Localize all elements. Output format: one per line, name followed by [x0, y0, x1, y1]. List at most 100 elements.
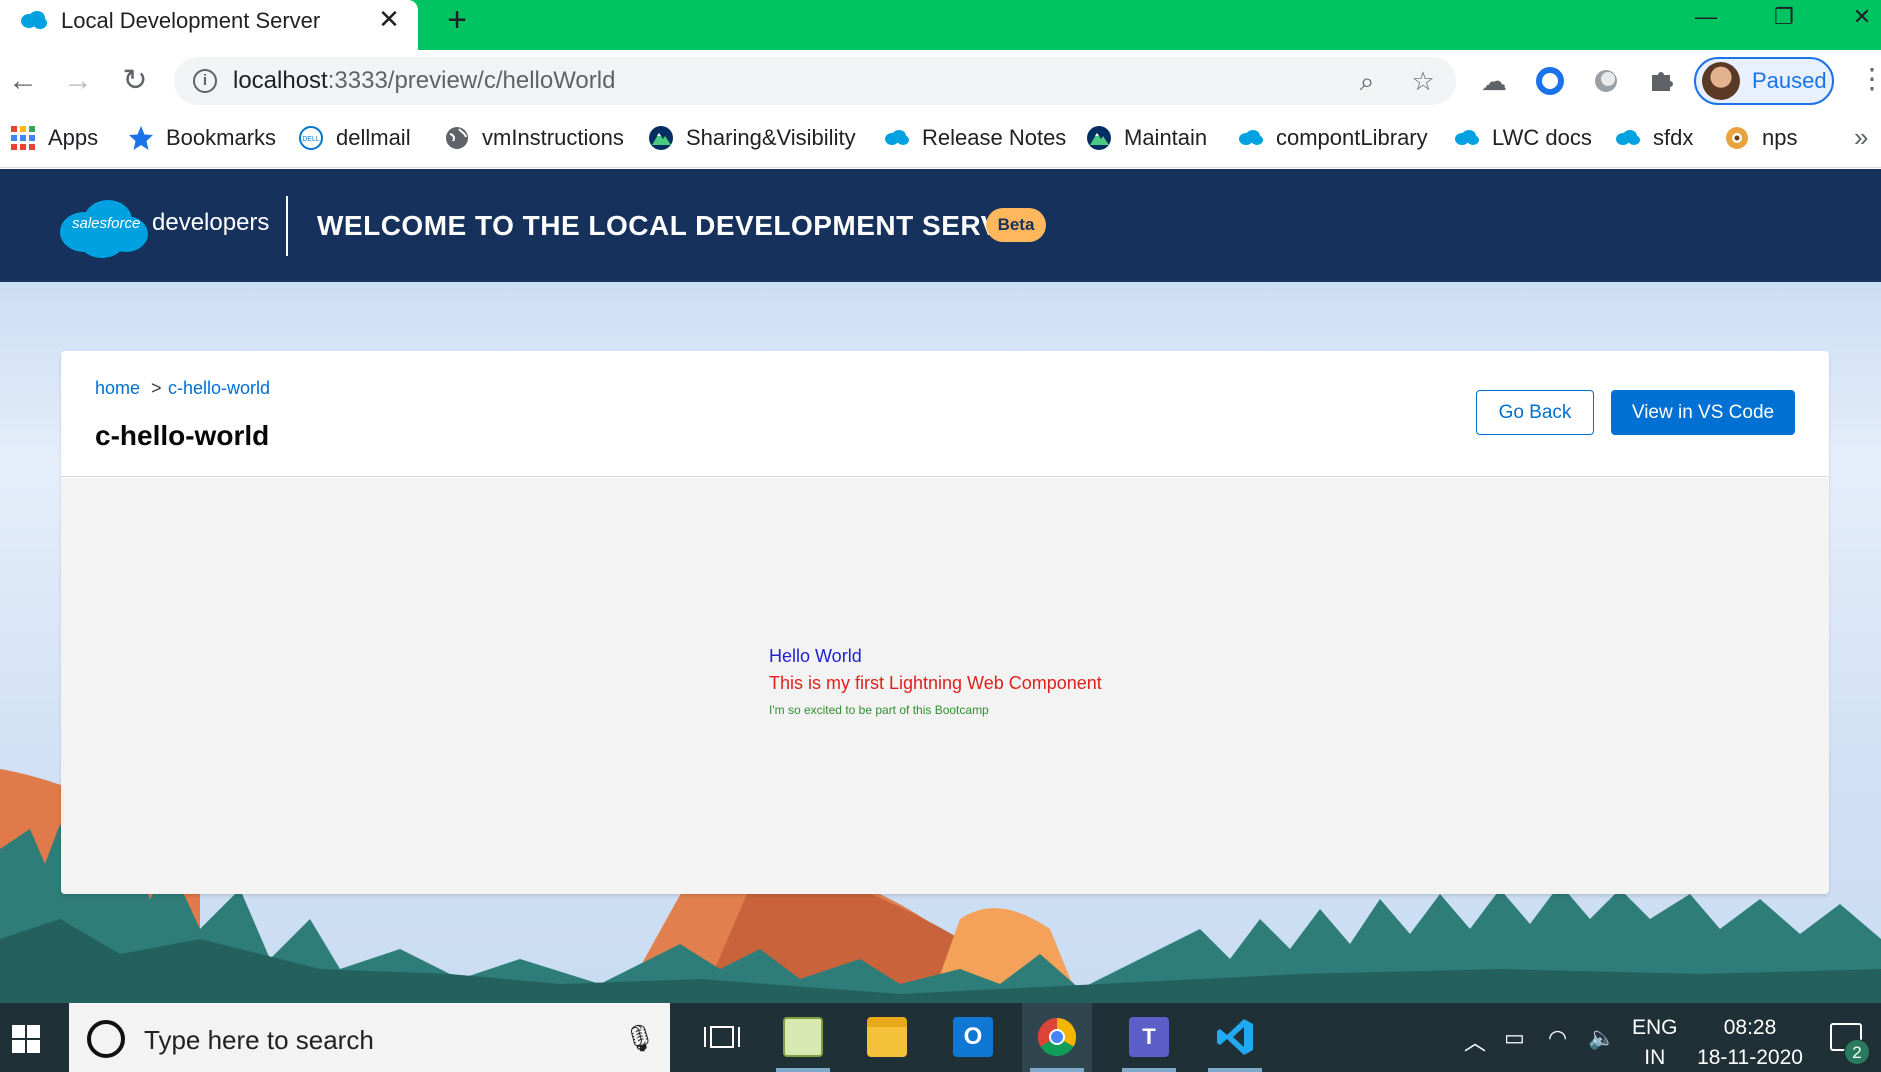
profile-status: Paused [1752, 68, 1827, 93]
trailhead-icon [1087, 126, 1111, 150]
bookmark-bookmarks[interactable]: Bookmarks [128, 122, 276, 154]
salesforce-cloud-icon [21, 11, 47, 29]
breadcrumb-home-link[interactable]: home [95, 378, 140, 399]
bookmark-label: Release Notes [922, 125, 1067, 150]
tab-title: Local Development Server [61, 8, 321, 33]
taskbar-app-teams[interactable]: T [1114, 1003, 1184, 1072]
avatar [1702, 62, 1740, 100]
cloud-extension-icon[interactable]: ☁ [1477, 64, 1511, 98]
salesforce-cloud-icon [1455, 130, 1479, 145]
view-in-vscode-button[interactable]: View in VS Code [1611, 390, 1795, 435]
taskbar-clock[interactable]: 08:28 18-11-2020 [1690, 1013, 1810, 1072]
bookmark-label: dellmail [336, 125, 411, 150]
bookmark-dellmail[interactable]: DELL dellmail [298, 122, 411, 154]
language-code: ENG [1632, 1016, 1678, 1039]
region-code: IN [1644, 1046, 1666, 1069]
bookmark-lwc-docs[interactable]: LWC docs [1454, 122, 1592, 154]
running-indicator [776, 1068, 830, 1072]
task-view-icon [704, 1026, 740, 1048]
bookmark-label: compontLibrary [1276, 125, 1428, 150]
clock-time: 08:28 [1723, 1016, 1777, 1039]
svg-text:DELL: DELL [302, 136, 320, 143]
puzzle-extensions-icon[interactable] [1645, 64, 1679, 98]
nps-icon [1726, 127, 1748, 149]
brand-developers: developers [152, 209, 270, 236]
close-tab-icon[interactable]: ✕ [376, 6, 402, 32]
forward-arrow-icon[interactable]: → [61, 64, 95, 98]
more-menu-icon[interactable]: ⋮ [1858, 62, 1881, 96]
salesforce-cloud-icon [1239, 130, 1263, 145]
bootcamp-text: I'm so excited to be part of this Bootca… [769, 703, 989, 717]
close-window-icon[interactable]: ✕ [1842, 2, 1881, 32]
dell-icon: DELL [299, 126, 323, 150]
chrome-icon [1037, 1017, 1077, 1057]
bookmark-label: Maintain [1124, 125, 1208, 150]
bookmark-label: vmInstructions [482, 125, 624, 150]
url-text[interactable]: localhost:3333/preview/c/helloWorld [233, 67, 615, 95]
go-back-button[interactable]: Go Back [1476, 390, 1594, 435]
breadcrumb-current-link[interactable]: c-hello-world [168, 378, 270, 399]
wifi-icon[interactable]: ◠ [1548, 1025, 1567, 1051]
minimize-icon[interactable]: — [1686, 2, 1726, 32]
vscode-icon [1217, 1019, 1253, 1055]
grey-extension-icon[interactable] [1589, 64, 1623, 98]
bookmark-sharing-visibility[interactable]: Sharing&Visibility [648, 122, 856, 154]
back-arrow-icon[interactable]: ← [6, 64, 40, 98]
folder-icon [867, 1017, 907, 1057]
teams-icon: T [1129, 1017, 1169, 1057]
task-view-button[interactable] [688, 1003, 758, 1072]
url-path: :3333/preview/c/helloWorld [327, 67, 616, 94]
notification-count-badge: 2 [1844, 1039, 1870, 1065]
taskbar-app-chrome[interactable] [1022, 1003, 1092, 1072]
trailhead-icon [649, 126, 673, 150]
restore-icon[interactable]: ❐ [1764, 2, 1804, 32]
bookmarks-overflow-icon[interactable]: » [1854, 122, 1868, 153]
taskbar-app-file-explorer[interactable] [852, 1003, 922, 1072]
taskbar-app-vscode[interactable] [1200, 1003, 1270, 1072]
browser-tab[interactable]: Local Development Server ✕ [0, 0, 418, 50]
running-indicator [1030, 1068, 1084, 1072]
new-tab-button[interactable]: + [442, 3, 472, 37]
component-preview-area: Hello World This is my first Lightning W… [61, 478, 1829, 894]
bookmark-release-notes[interactable]: Release Notes [884, 122, 1066, 154]
bookmark-maintain[interactable]: Maintain [1086, 122, 1207, 154]
bookmark-sfdx[interactable]: sfdx [1615, 122, 1693, 154]
running-indicator [1122, 1068, 1176, 1072]
blue-ring-extension-icon[interactable] [1533, 64, 1567, 98]
hello-world-text: Hello World [769, 646, 862, 666]
bookmark-apps[interactable]: Apps [10, 122, 98, 154]
battery-icon[interactable]: ▭ [1504, 1025, 1525, 1051]
clock-date: 18-11-2020 [1697, 1046, 1803, 1069]
cortana-icon[interactable] [87, 1020, 125, 1058]
outlook-icon: O [953, 1017, 993, 1057]
star-icon [129, 126, 153, 150]
bookmark-vminstructions[interactable]: vmInstructions [444, 122, 624, 154]
bookmark-label: Bookmarks [166, 125, 277, 150]
windows-start-icon[interactable] [12, 1025, 40, 1053]
image-editor-icon [783, 1017, 823, 1057]
microphone-icon[interactable]: 🎙 [623, 1023, 656, 1053]
zoom-icon[interactable]: ⌕ [1352, 66, 1382, 96]
apps-grid-icon [11, 126, 35, 150]
volume-icon[interactable]: 🔈 [1588, 1025, 1615, 1051]
preview-card: home > c-hello-world c-hello-world Go Ba… [61, 351, 1829, 894]
reload-icon[interactable]: ↻ [118, 64, 152, 98]
salesforce-cloud-icon [885, 130, 909, 145]
card-header: home > c-hello-world c-hello-world Go Ba… [61, 351, 1829, 477]
site-info-icon[interactable]: i [193, 69, 217, 93]
bookmark-nps[interactable]: nps [1724, 122, 1797, 154]
bookmark-label: nps [1762, 125, 1798, 150]
bookmark-compontlibrary[interactable]: compontLibrary [1238, 122, 1428, 154]
search-placeholder[interactable]: Type here to search [144, 1025, 374, 1056]
windows-taskbar: Type here to search 🎙 O T ︿ ▭ ◠ 🔈 ENG IN… [0, 1003, 1881, 1072]
url-host: localhost [233, 67, 328, 94]
bookmark-label: Sharing&Visibility [686, 125, 856, 150]
taskbar-app-outlook[interactable]: O [938, 1003, 1008, 1072]
bookmark-star-icon[interactable]: ☆ [1408, 66, 1438, 96]
show-hidden-icons-chevron[interactable]: ︿ [1464, 1025, 1486, 1057]
breadcrumb-separator: > [151, 378, 162, 398]
bookmark-label: sfdx [1653, 125, 1694, 150]
first-lwc-text: This is my first Lightning Web Component [769, 673, 1102, 693]
taskbar-app-image-editor[interactable] [768, 1003, 838, 1072]
input-language-indicator[interactable]: ENG IN [1632, 1013, 1678, 1072]
